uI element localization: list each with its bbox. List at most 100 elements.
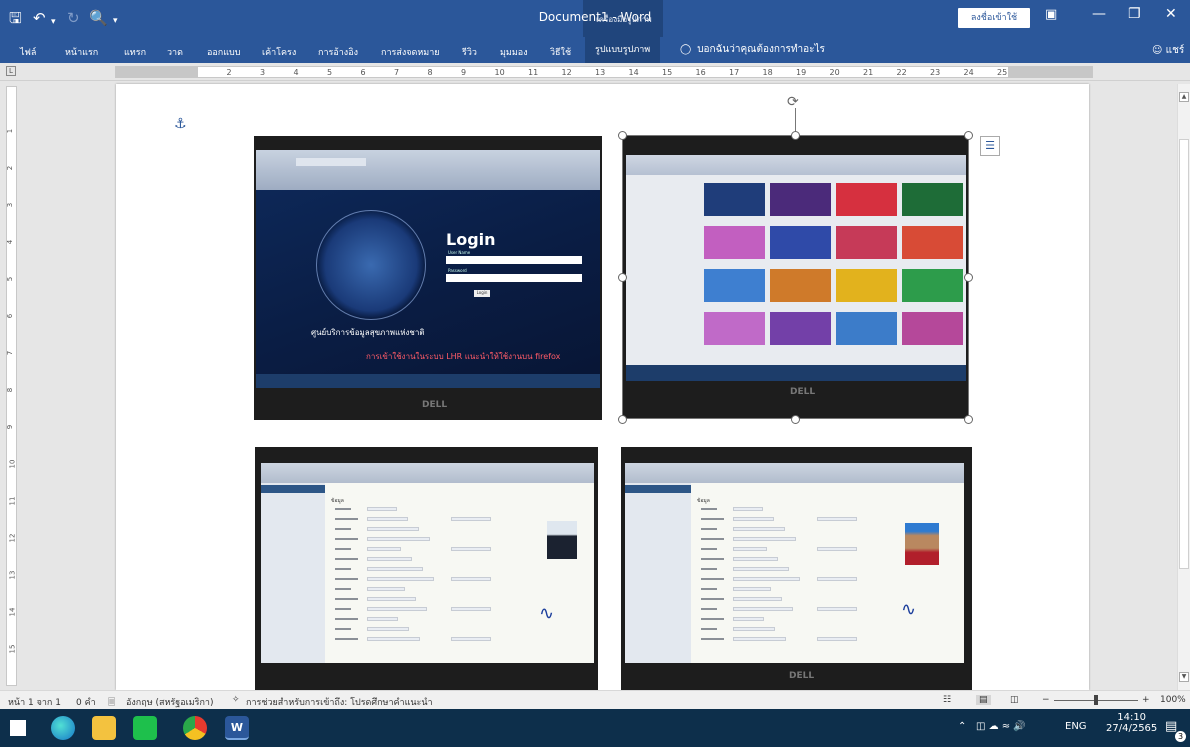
ruler-number: 6 <box>6 313 15 319</box>
resize-handle[interactable] <box>618 415 627 424</box>
form-label-line <box>335 548 351 550</box>
form-label-line <box>701 568 717 570</box>
share-button[interactable]: ☺ แชร์ <box>1152 43 1184 58</box>
dell-logo: DELL <box>422 400 448 410</box>
tab-view[interactable]: มุมมอง <box>500 45 528 59</box>
tab-help[interactable]: วิธีใช้ <box>550 45 571 59</box>
browser-tab <box>296 158 366 166</box>
show-hidden-icons[interactable]: ⌃ <box>958 721 966 732</box>
word-icon[interactable]: W <box>225 716 249 740</box>
form-label-line <box>335 638 358 640</box>
ruler-number: 25 <box>997 68 1008 77</box>
scroll-up-icon[interactable]: ▲ <box>1179 92 1189 102</box>
ruler-number: 5 <box>327 68 333 77</box>
scroll-down-icon[interactable]: ▼ <box>1179 672 1189 682</box>
ruler-number: 23 <box>930 68 941 77</box>
resize-handle[interactable] <box>618 131 627 140</box>
tell-me-text: บอกฉันว่าคุณต้องการทำอะไร <box>697 44 825 55</box>
form-label-line <box>335 558 358 560</box>
resize-handle[interactable] <box>791 131 800 140</box>
restore-icon[interactable]: ❐ <box>1128 6 1141 22</box>
read-mode-icon[interactable]: ☷ <box>943 695 951 705</box>
chrome-icon[interactable] <box>183 716 207 740</box>
firefox-notice: การเข้าใช้งานในระบบ LHR แนะนำให้ใช้งานบน… <box>366 352 561 361</box>
ruler-number: 21 <box>863 68 874 77</box>
form-input-line <box>733 607 793 611</box>
form-input-line <box>367 517 408 521</box>
ruler-number: 9 <box>6 424 15 430</box>
form-label-line <box>701 548 717 550</box>
right-margin-shade <box>1008 66 1092 78</box>
ruler-number: 12 <box>8 533 17 543</box>
ruler-number: 15 <box>8 644 17 654</box>
tab-picture-format[interactable]: รูปแบบรูปภาพ <box>585 37 661 63</box>
tab-layout[interactable]: เค้าโครง <box>262 45 296 59</box>
photo-login-screen[interactable]: Login User Name Password Login ศูนย์บริก… <box>254 136 602 420</box>
tell-me-box[interactable]: ◯ บอกฉันว่าคุณต้องการทำอะไร <box>680 42 825 57</box>
minimize-icon[interactable]: — <box>1092 6 1106 22</box>
tab-references[interactable]: การอ้างอิง <box>318 45 358 59</box>
edge-icon[interactable] <box>51 716 75 740</box>
web-layout-icon[interactable]: ◫ <box>1010 695 1019 705</box>
layout-options-icon[interactable]: ☰ <box>980 136 1000 156</box>
id-photo <box>905 523 939 565</box>
resize-handle[interactable] <box>964 131 973 140</box>
form-input-line <box>451 517 491 521</box>
sign-in-button[interactable]: ลงชื่อเข้าใช้ <box>958 8 1030 28</box>
windows-taskbar: W ⌃ ◫ ☁ ≈ 🔊 ENG 14:10 27/4/2565 ▤ 3 <box>0 709 1190 747</box>
resize-handle[interactable] <box>964 273 973 282</box>
signature: ∿ <box>901 599 917 620</box>
zoom-slider-thumb[interactable] <box>1094 695 1098 705</box>
tab-review[interactable]: รีวิว <box>462 45 477 59</box>
form-input-line <box>817 517 857 521</box>
anchor-icon[interactable]: ⚓ <box>174 116 187 132</box>
tab-file[interactable]: ไฟล์ <box>20 45 36 59</box>
language[interactable]: อังกฤษ (สหรัฐอเมริกา) <box>126 695 214 709</box>
clock-time: 14:10 <box>1117 712 1147 723</box>
page-count[interactable]: หน้า 1 จาก 1 <box>8 695 61 709</box>
tab-design[interactable]: ออกแบบ <box>207 45 241 59</box>
password-label: Password <box>448 268 467 273</box>
file-explorer-icon[interactable] <box>92 716 116 740</box>
form-input-line <box>733 557 778 561</box>
form-label-line <box>335 578 358 580</box>
tab-home[interactable]: หน้าแรก <box>65 45 98 59</box>
vertical-scrollbar[interactable]: ▲ ▼ <box>1177 84 1190 690</box>
tab-insert[interactable]: แทรก <box>124 45 146 59</box>
accessibility-status[interactable]: การช่วยสำหรับการเข้าถึง: โปรดศึกษาคำแนะน… <box>246 695 433 709</box>
ruler-number: 2 <box>6 165 15 171</box>
form-input-line <box>733 567 789 571</box>
ruler-number: 12 <box>561 68 572 77</box>
browser-chrome <box>625 463 964 483</box>
clock[interactable]: 14:10 27/4/2565 <box>1106 712 1157 734</box>
resize-handle[interactable] <box>791 415 800 424</box>
scroll-thumb[interactable] <box>1179 139 1189 569</box>
notification-icon[interactable]: ▤ <box>1165 719 1177 734</box>
resize-handle[interactable] <box>618 273 627 282</box>
zoom-level[interactable]: 100% <box>1160 695 1186 705</box>
zoom-out-button[interactable]: − <box>1042 695 1050 705</box>
ribbon-display-icon[interactable]: ▣ <box>1045 7 1057 22</box>
tab-draw[interactable]: วาด <box>167 45 183 59</box>
center-caption: ศูนย์บริการข้อมูลสุขภาพแห่งชาติ <box>311 328 425 337</box>
windows-start-icon[interactable] <box>10 720 26 736</box>
zoom-in-button[interactable]: + <box>1142 695 1150 705</box>
document-page[interactable]: ⚓ Login User Name Password Login ศูนย์บร… <box>116 84 1089 690</box>
line-icon[interactable] <box>133 716 157 740</box>
vertical-ruler[interactable]: 1 2 3 4 5 6 7 8 9 10 11 12 13 14 15 <box>6 86 17 686</box>
word-count[interactable]: 0 คำ <box>76 695 96 709</box>
tab-mailings[interactable]: การส่งจดหมาย <box>381 45 440 59</box>
form-input-line <box>367 587 405 591</box>
tab-selector[interactable]: L <box>6 66 16 76</box>
tray-icons[interactable]: ◫ ☁ ≈ 🔊 <box>976 721 1026 732</box>
rotate-handle-icon[interactable]: ⟳ <box>787 94 799 110</box>
input-language[interactable]: ENG <box>1065 721 1087 732</box>
ruler-number: 10 <box>494 68 505 77</box>
print-layout-icon[interactable]: ▤ <box>976 695 991 705</box>
photo-form-male[interactable]: ข้อมูล ∿ DELL <box>621 447 972 690</box>
close-icon[interactable]: ✕ <box>1165 6 1177 22</box>
photo-form-female[interactable]: ข้อมูล ∿ <box>255 447 598 690</box>
ruler-number: 4 <box>293 68 299 77</box>
horizontal-ruler[interactable]: 2112345678910111213141516171819202122232… <box>0 63 1190 81</box>
resize-handle[interactable] <box>964 415 973 424</box>
